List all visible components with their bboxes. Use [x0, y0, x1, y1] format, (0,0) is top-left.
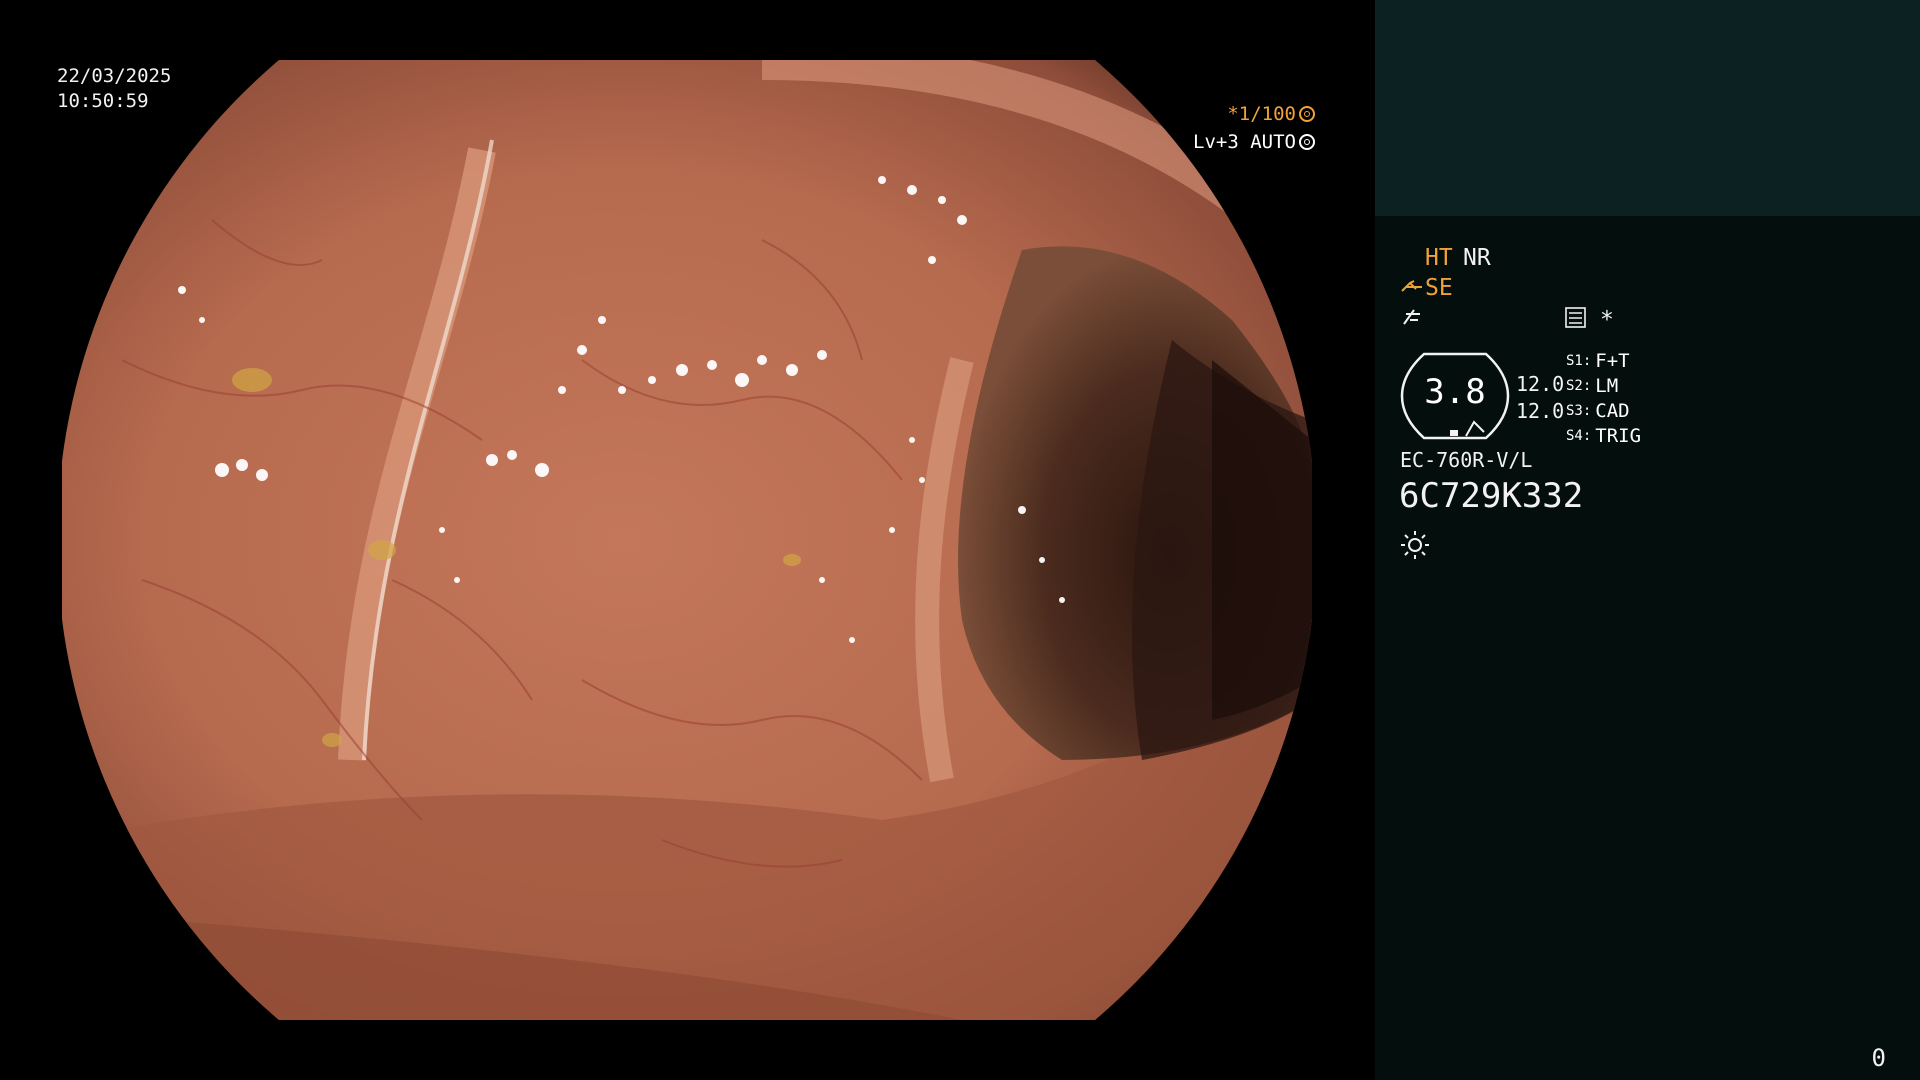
- endoscope-viewport: 22/03/2025 10:50:59 *1/100 Lv+3 AUTO: [0, 0, 1375, 1080]
- colon-mucosa-image: [62, 60, 1312, 1020]
- panel-header: [1375, 0, 1920, 216]
- mode-value: LM: [1595, 375, 1619, 397]
- mode-key: S2:: [1566, 378, 1592, 394]
- sun-icon: [1401, 531, 1429, 559]
- zoom-gauge: 3.8: [1400, 352, 1510, 440]
- scope-model: EC-760R-V/L: [1400, 448, 1533, 472]
- zoom-value: 3.8: [1424, 372, 1486, 412]
- level-value-1: 12.0: [1516, 372, 1565, 396]
- mode-s2: S2: LM: [1566, 374, 1641, 399]
- image-counter: 0: [1871, 1044, 1886, 1072]
- exposure-row: Lv+3 AUTO: [1193, 128, 1315, 156]
- enhancement-icon: [1401, 280, 1422, 292]
- mode-key: S3:: [1566, 403, 1592, 419]
- scope-serial: 6C729K332: [1399, 476, 1584, 516]
- star-indicator: *: [1600, 307, 1614, 333]
- mode-s4: S4: TRIG: [1566, 424, 1641, 449]
- se-label: SE: [1425, 275, 1453, 301]
- date-text: 22/03/2025: [57, 65, 172, 87]
- endoscopic-image: [62, 60, 1312, 1020]
- mode-key: S4:: [1566, 428, 1592, 444]
- exposure-mode: Lv+3 AUTO: [1193, 131, 1296, 153]
- shutter-speed: *1/100: [1227, 103, 1296, 125]
- mode-key: S1:: [1566, 353, 1592, 369]
- level-value-2: 12.0: [1516, 399, 1565, 423]
- exposure-overlay: *1/100 Lv+3 AUTO: [1193, 100, 1315, 156]
- time-text: 10:50:59: [57, 90, 149, 112]
- info-panel: [1375, 0, 1920, 1080]
- mode-value: F+T: [1595, 350, 1630, 372]
- image-settings-icon: [1565, 307, 1586, 328]
- iris-icon: [1299, 134, 1315, 150]
- freeze-icon: [1403, 309, 1420, 325]
- mode-s1: S1: F+T: [1566, 349, 1641, 374]
- shutter-row: *1/100: [1193, 100, 1315, 128]
- mode-s3: S3: CAD: [1566, 399, 1641, 424]
- ht-label: HT: [1425, 245, 1453, 271]
- mode-value: TRIG: [1595, 425, 1642, 447]
- datetime-overlay: 22/03/2025 10:50:59: [57, 64, 171, 114]
- nr-label: NR: [1463, 245, 1491, 271]
- aperture-icon: [1299, 106, 1315, 122]
- switch-modes: S1: F+T S2: LM S3: CAD S4: TRIG: [1566, 349, 1641, 449]
- mode-value: CAD: [1595, 400, 1630, 422]
